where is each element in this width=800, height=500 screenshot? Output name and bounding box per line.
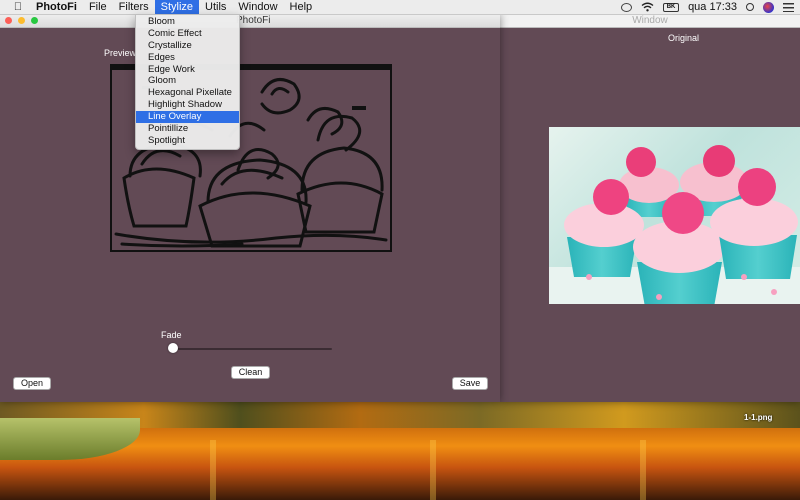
- fade-slider-knob[interactable]: [168, 343, 178, 353]
- search-icon[interactable]: [746, 3, 754, 11]
- original-label: Original: [668, 33, 700, 43]
- desktop-file-label[interactable]: 1-1.png: [744, 413, 772, 422]
- menu-item-line-overlay[interactable]: Line Overlay: [136, 111, 239, 124]
- open-button[interactable]: Open: [13, 377, 51, 390]
- menu-help[interactable]: Help: [284, 0, 319, 14]
- minimize-button[interactable]: [18, 17, 25, 24]
- menu-filters[interactable]: Filters: [113, 0, 155, 14]
- stylize-menu-dropdown: Bloom Comic Effect Crystallize Edges Edg…: [135, 14, 240, 150]
- menu-item-comic-effect[interactable]: Comic Effect: [136, 28, 239, 40]
- original-window: Window Original: [500, 15, 800, 402]
- wifi-icon[interactable]: [641, 2, 654, 12]
- menu-item-edges[interactable]: Edges: [136, 52, 239, 64]
- menu-bar:  PhotoFi File Filters Stylize Utils Win…: [0, 0, 800, 15]
- main-window-titlebar[interactable]: PhotoFi: [0, 15, 500, 28]
- list-icon[interactable]: [783, 2, 794, 12]
- fade-slider-track[interactable]: [172, 348, 332, 350]
- menu-item-gloom[interactable]: Gloom: [136, 75, 239, 87]
- user-icon[interactable]: [763, 1, 774, 13]
- wallpaper-reflection: [430, 440, 436, 500]
- cloud-icon[interactable]: [621, 2, 633, 12]
- fade-label: Fade: [161, 330, 182, 340]
- zoom-button[interactable]: [31, 17, 38, 24]
- menu-stylize[interactable]: Stylize: [154, 0, 200, 14]
- menu-item-pointillize[interactable]: Pointillize: [136, 123, 239, 135]
- close-button[interactable]: [5, 17, 12, 24]
- preview-label: Preview: [104, 48, 137, 58]
- menu-utils[interactable]: Utils: [199, 0, 232, 14]
- menu-clock[interactable]: qua 17:33: [688, 1, 737, 13]
- window-controls: [5, 17, 38, 24]
- menu-item-spotlight[interactable]: Spotlight: [136, 135, 239, 147]
- apple-icon[interactable]: : [10, 1, 26, 13]
- wallpaper-reflection: [640, 440, 646, 500]
- original-image: [549, 127, 800, 304]
- original-window-title: Window: [632, 15, 668, 26]
- menu-item-highlight-shadow[interactable]: Highlight Shadow: [136, 99, 239, 111]
- main-window-title: PhotoFi: [236, 15, 271, 26]
- menu-item-bloom[interactable]: Bloom: [136, 16, 239, 28]
- original-window-titlebar[interactable]: Window: [500, 15, 800, 28]
- menu-window[interactable]: Window: [232, 0, 283, 14]
- menu-item-edge-work[interactable]: Edge Work: [136, 64, 239, 76]
- battery-icon[interactable]: BK: [663, 2, 680, 12]
- menu-app-name[interactable]: PhotoFi: [30, 0, 83, 14]
- main-window: PhotoFi Preview Fade Clean Open Save: [0, 15, 500, 402]
- menu-file[interactable]: File: [83, 0, 113, 14]
- status-area: BK qua 17:33: [621, 0, 794, 14]
- clean-button[interactable]: Clean: [231, 366, 270, 379]
- menu-item-hexagonal-pixellate[interactable]: Hexagonal Pixellate: [136, 87, 239, 99]
- save-button[interactable]: Save: [452, 377, 488, 390]
- wallpaper-reflection: [210, 440, 216, 500]
- menu-item-crystallize[interactable]: Crystallize: [136, 40, 239, 52]
